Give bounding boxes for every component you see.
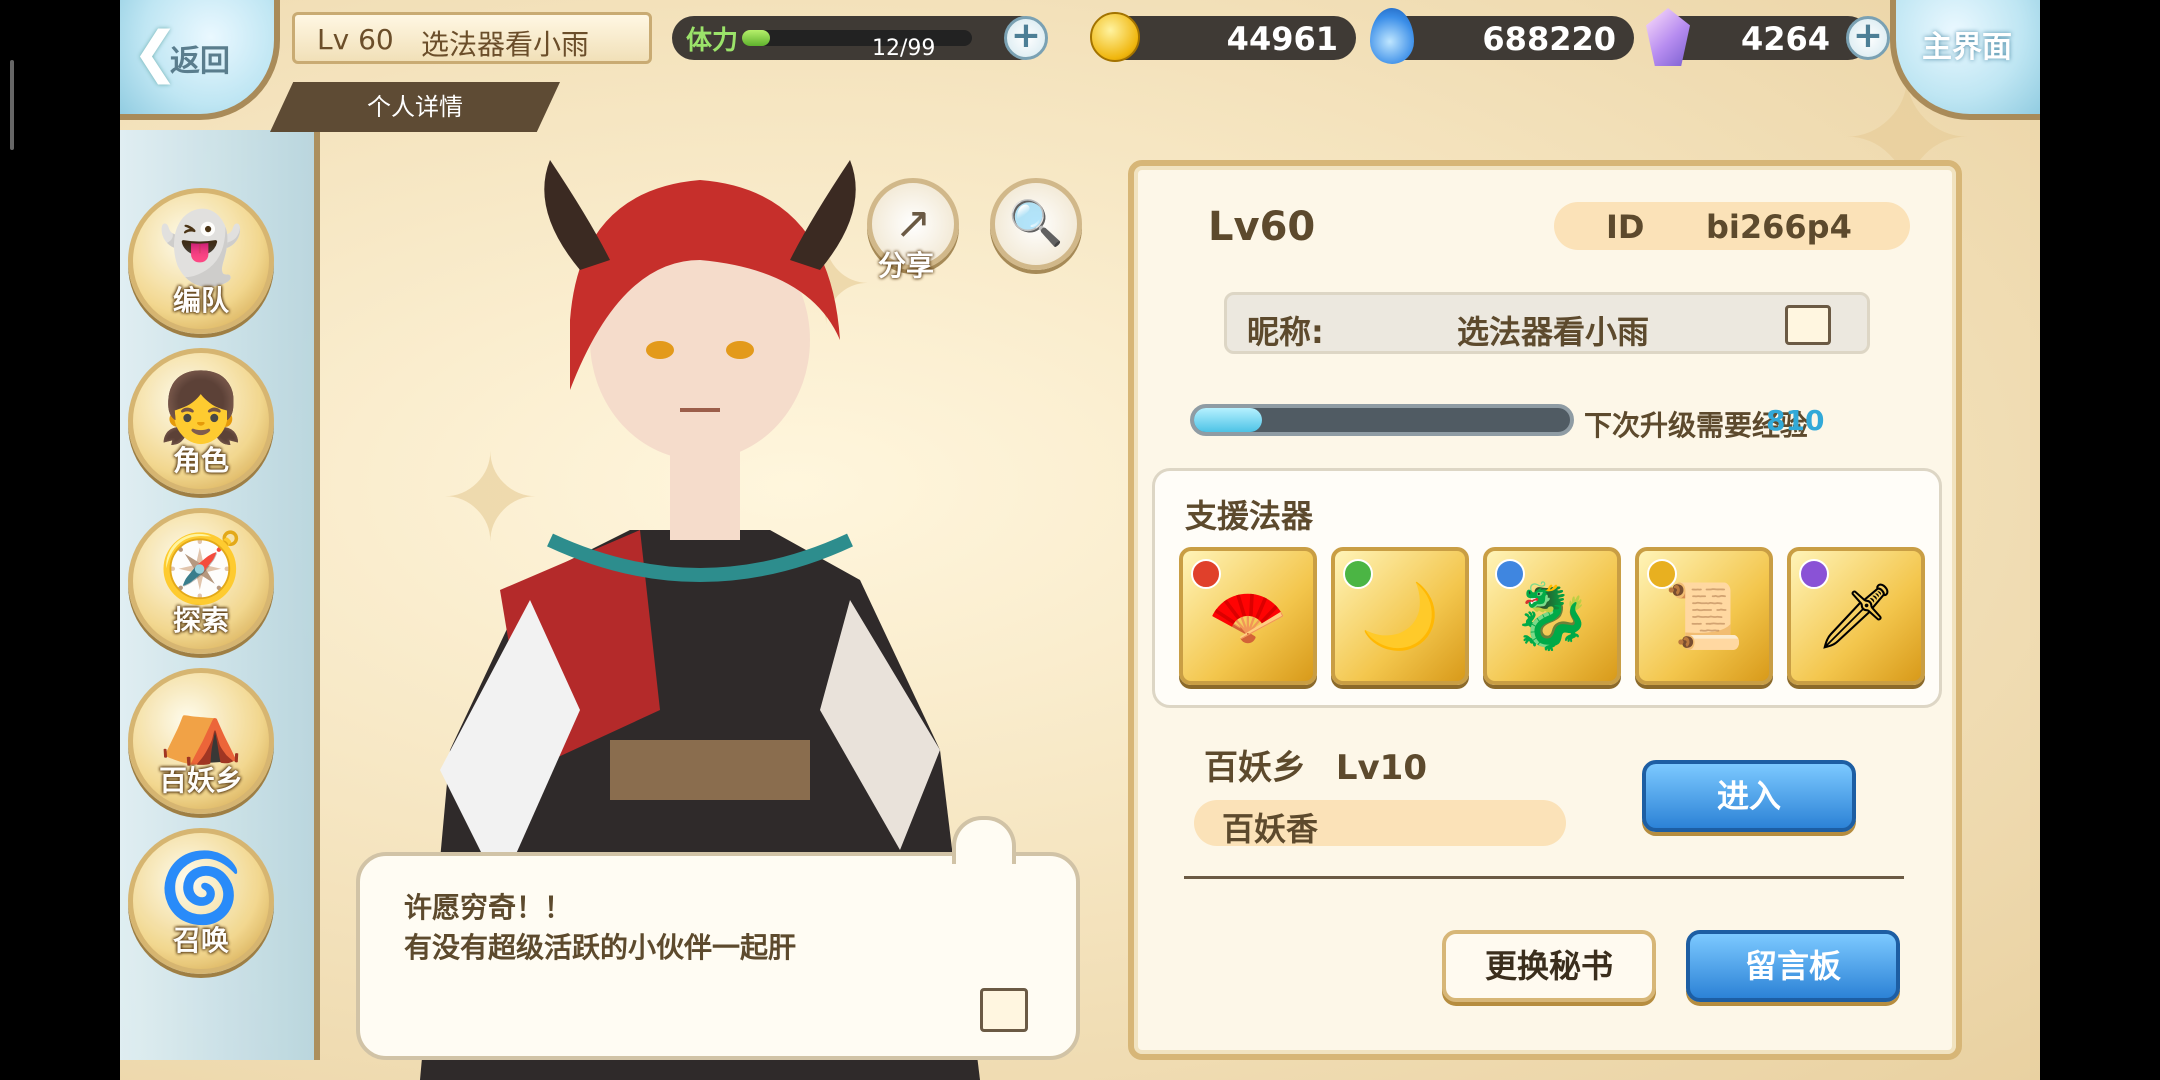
side-nav: 👻 编队 👧 角色 🧭 探索 ⛺ 百妖乡 🌀 召唤 bbox=[120, 130, 320, 1060]
ghost-icon: 👻 bbox=[158, 209, 244, 288]
id-label: ID bbox=[1606, 208, 1645, 246]
incense-field: 百妖香 bbox=[1194, 800, 1566, 848]
id-value: bi266p4 bbox=[1706, 208, 1852, 246]
nav-character-button[interactable]: 👧 角色 bbox=[128, 348, 274, 494]
nav-village-button[interactable]: ⛺ 百妖乡 bbox=[128, 668, 274, 814]
stamina-bar bbox=[742, 30, 972, 46]
character-icon: 👧 bbox=[158, 369, 244, 448]
compass-icon: 🧭 bbox=[158, 529, 244, 608]
search-icon: 🔍 bbox=[1008, 198, 1064, 249]
incense-label: 百妖香 bbox=[1222, 810, 1319, 848]
nav-label: 召唤 bbox=[172, 924, 229, 957]
share-icon: ↗ bbox=[894, 198, 932, 249]
spirit-beast-icon: 🐉 bbox=[1512, 580, 1592, 654]
bubble-tail bbox=[952, 816, 1016, 864]
eye bbox=[726, 341, 754, 359]
change-secretary-button[interactable]: 更换秘书 bbox=[1442, 930, 1656, 1002]
magnify-button[interactable]: 🔍 bbox=[990, 178, 1082, 270]
gold-counter: 44961 bbox=[1090, 12, 1356, 62]
nickname-field: 昵称: 选法器看小雨 bbox=[1224, 292, 1870, 354]
nav-label: 百妖乡 bbox=[158, 764, 243, 797]
game-screen: ✦ ✦ ✦ 👻 编队 👧 角色 🧭 探索 ⛺ 百妖乡 🌀 召唤 ❮ 返回 Lv … bbox=[120, 0, 2040, 1080]
player-level: Lv 60 bbox=[317, 23, 394, 56]
divider bbox=[1184, 876, 1904, 879]
soul-fire-counter: 688220 bbox=[1370, 8, 1634, 64]
message-line: 许愿穷奇！！ bbox=[404, 891, 573, 924]
profile-panel: Lv60 ID bi266p4 昵称: 选法器看小雨 下次升级需要经验 810 … bbox=[1128, 160, 1962, 1060]
nickname-label: 昵称: bbox=[1247, 313, 1324, 351]
village-info: 百妖乡 Lv10 bbox=[1204, 740, 1427, 789]
add-crystal-button[interactable]: + bbox=[1846, 16, 1890, 60]
stamina-label: 体力 bbox=[686, 26, 739, 56]
back-label: 返回 bbox=[170, 44, 230, 79]
support-card-5[interactable]: 🗡 bbox=[1787, 547, 1925, 685]
enter-village-button[interactable]: 进入 bbox=[1642, 760, 1856, 832]
summon-icon: 🌀 bbox=[158, 849, 244, 928]
edit-nickname-icon[interactable] bbox=[1785, 305, 1831, 345]
nav-label: 角色 bbox=[172, 444, 229, 477]
village-level: Lv10 bbox=[1335, 748, 1427, 788]
horn bbox=[790, 160, 856, 270]
exp-fill bbox=[1194, 408, 1262, 432]
nickname-value: 选法器看小雨 bbox=[1457, 313, 1650, 351]
back-button[interactable]: ❮ 返回 bbox=[120, 0, 280, 120]
belt bbox=[610, 740, 810, 800]
village-name: 百妖乡 bbox=[1204, 748, 1306, 788]
crystal-counter: 4264 + bbox=[1646, 8, 1890, 66]
tab-personal-details[interactable]: 个人详情 bbox=[270, 82, 560, 132]
message-bubble: 许愿穷奇！！ 有没有超级活跃的小伙伴一起肝 bbox=[356, 816, 1080, 1060]
support-card-1[interactable]: 🪭 bbox=[1179, 547, 1317, 685]
crystal-value: 4264 bbox=[1740, 20, 1830, 58]
share-label: 分享 bbox=[878, 249, 935, 282]
support-title: 支援法器 bbox=[1185, 497, 1314, 535]
village-icon: ⛺ bbox=[158, 689, 244, 768]
stamina-fill bbox=[742, 30, 770, 46]
soul-fire-value: 688220 bbox=[1482, 20, 1616, 58]
player-banner: Lv 60 选法器看小雨 bbox=[292, 12, 652, 64]
sword-icon: 🗡 bbox=[1815, 580, 1897, 654]
edit-message-icon[interactable] bbox=[980, 988, 1028, 1032]
stamina-value: 12/99 bbox=[872, 36, 936, 61]
support-card-2[interactable]: 🌙 bbox=[1331, 547, 1469, 685]
nav-summon-button[interactable]: 🌀 召唤 bbox=[128, 828, 274, 974]
support-tools: 支援法器 🪭 🌙 🐉 📜 🗡 bbox=[1152, 468, 1942, 708]
ring-blade-icon: 🌙 bbox=[1360, 580, 1440, 654]
scroll-icon: 📜 bbox=[1664, 580, 1744, 654]
system-bar bbox=[10, 60, 14, 150]
add-stamina-button[interactable]: + bbox=[1004, 16, 1048, 60]
exp-value: 810 bbox=[1766, 404, 1825, 437]
crystal-icon bbox=[1646, 8, 1690, 66]
nav-explore-button[interactable]: 🧭 探索 bbox=[128, 508, 274, 654]
horn bbox=[544, 160, 610, 270]
message-line: 有没有超级活跃的小伙伴一起肝 bbox=[404, 931, 797, 964]
support-card-4[interactable]: 📜 bbox=[1635, 547, 1773, 685]
player-id: ID bi266p4 bbox=[1554, 202, 1910, 250]
message-board-button[interactable]: 留言板 bbox=[1686, 930, 1900, 1002]
nav-label: 探索 bbox=[172, 604, 229, 637]
blue-flame-icon bbox=[1370, 8, 1414, 64]
profile-level: Lv60 bbox=[1208, 204, 1316, 250]
fan-icon: 🪭 bbox=[1208, 580, 1288, 654]
exp-bar bbox=[1190, 404, 1574, 436]
gold-coin-icon bbox=[1090, 12, 1140, 62]
nav-team-button[interactable]: 👻 编队 bbox=[128, 188, 274, 334]
nav-label: 编队 bbox=[172, 284, 229, 317]
gold-value: 44961 bbox=[1226, 20, 1338, 58]
eye bbox=[646, 341, 674, 359]
player-name: 选法器看小雨 bbox=[421, 28, 590, 61]
stamina-meter: 体力 12/99 + bbox=[672, 16, 1048, 61]
support-card-3[interactable]: 🐉 bbox=[1483, 547, 1621, 685]
home-label: 主界面 bbox=[1922, 30, 2012, 65]
